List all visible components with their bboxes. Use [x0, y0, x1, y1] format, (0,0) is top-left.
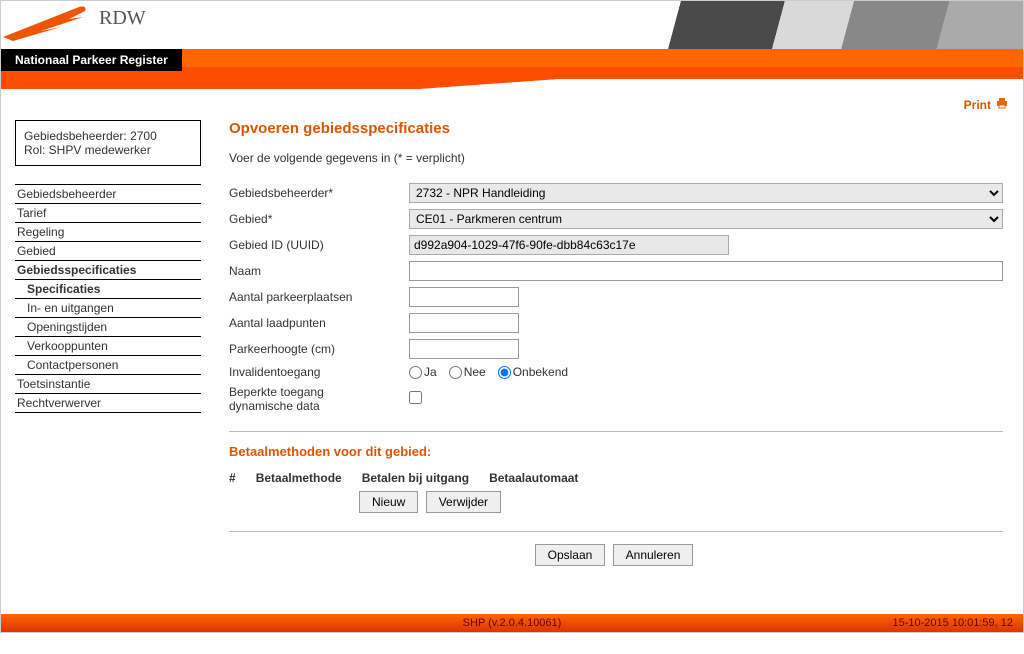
- radio-ja-wrap[interactable]: Ja: [409, 365, 437, 379]
- input-naam[interactable]: [409, 261, 1003, 281]
- radio-onbekend[interactable]: [498, 366, 511, 379]
- col-method: Betaalmethode: [256, 471, 362, 491]
- save-button[interactable]: Opslaan: [535, 544, 606, 566]
- select-gebied[interactable]: CE01 - Parkmeren centrum: [409, 209, 1003, 229]
- logo-feather-icon: [1, 1, 91, 49]
- label-laadpunten: Aantal laadpunten: [229, 316, 409, 330]
- nav-openingstijden[interactable]: Openingstijden: [15, 318, 201, 337]
- nav-gebiedsbeheerder[interactable]: Gebiedsbeheerder: [15, 185, 201, 204]
- radio-nee[interactable]: [449, 366, 462, 379]
- col-auto: Betaalautomaat: [489, 471, 598, 491]
- input-parkeerhoogte[interactable]: [409, 339, 519, 359]
- footer: SHP (v.2.0.4.10061) 15-10-2015 10:01:59,…: [1, 614, 1023, 632]
- user-info-line1: Gebiedsbeheerder: 2700: [24, 129, 192, 143]
- print-icon: [995, 97, 1009, 112]
- input-parkeerplaatsen[interactable]: [409, 287, 519, 307]
- label-parkeerhoogte: Parkeerhoogte (cm): [229, 342, 409, 356]
- radio-onbekend-wrap[interactable]: Onbekend: [498, 365, 568, 379]
- sidebar: Gebiedsbeheerder: 2700 Rol: SHPV medewer…: [15, 120, 201, 604]
- col-exit: Betalen bij uitgang: [362, 471, 489, 491]
- divider: [229, 431, 1003, 432]
- nav-in-en-uitgangen[interactable]: In- en uitgangen: [15, 299, 201, 318]
- user-info-line2: Rol: SHPV medewerker: [24, 143, 192, 157]
- label-parkeerplaatsen: Aantal parkeerplaatsen: [229, 290, 409, 304]
- label-gebiedsbeheerder: Gebiedsbeheerder*: [229, 186, 409, 200]
- app-header: RDW Nationaal Parkeer Register: [1, 1, 1023, 91]
- page-title: Opvoeren gebiedsspecificaties: [229, 120, 1003, 137]
- main-area: Opvoeren gebiedsspecificaties Voer de vo…: [229, 120, 1009, 604]
- input-uuid: [409, 235, 729, 255]
- print-link[interactable]: Print: [964, 97, 1009, 112]
- checkbox-beperkte-toegang[interactable]: [409, 391, 422, 404]
- label-invalidentoegang: Invalidentoegang: [229, 365, 409, 379]
- payment-section-title: Betaalmethoden voor dit gebied:: [229, 444, 1003, 459]
- footer-version: SHP (v.2.0.4.10061): [463, 617, 562, 629]
- divider-2: [229, 531, 1003, 532]
- radio-nee-wrap[interactable]: Nee: [449, 365, 486, 379]
- label-gebied: Gebied*: [229, 212, 409, 226]
- nav-tarief[interactable]: Tarief: [15, 204, 201, 223]
- nav-toetsinstantie[interactable]: Toetsinstantie: [15, 375, 201, 394]
- footer-timestamp: 15-10-2015 10:01:59, 12: [893, 617, 1014, 629]
- label-naam: Naam: [229, 264, 409, 278]
- nav-gebied[interactable]: Gebied: [15, 242, 201, 261]
- select-gebiedsbeheerder[interactable]: 2732 - NPR Handleiding: [409, 183, 1003, 203]
- header-image: [603, 1, 1023, 49]
- radio-ja[interactable]: [409, 366, 422, 379]
- label-uuid: Gebied ID (UUID): [229, 238, 409, 252]
- nav-list: Gebiedsbeheerder Tarief Regeling Gebied …: [15, 184, 201, 413]
- system-title: Nationaal Parkeer Register: [1, 49, 182, 71]
- delete-button[interactable]: Verwijder: [426, 491, 501, 513]
- nav-rechtverwerver[interactable]: Rechtverwerver: [15, 394, 201, 413]
- radio-onbekend-label: Onbekend: [513, 365, 568, 379]
- cancel-button[interactable]: Annuleren: [613, 544, 694, 566]
- nav-gebiedsspecificaties[interactable]: Gebiedsspecificaties: [15, 261, 201, 280]
- payment-table: # Betaalmethode Betalen bij uitgang Beta…: [229, 471, 598, 491]
- user-info-box: Gebiedsbeheerder: 2700 Rol: SHPV medewer…: [15, 120, 201, 166]
- radio-ja-label: Ja: [424, 365, 437, 379]
- brand-text: RDW: [99, 7, 146, 30]
- print-label: Print: [964, 98, 991, 112]
- nav-regeling[interactable]: Regeling: [15, 223, 201, 242]
- nav-specificaties[interactable]: Specificaties: [15, 280, 201, 299]
- radio-nee-label: Nee: [464, 365, 486, 379]
- nav-verkooppunten[interactable]: Verkooppunten: [15, 337, 201, 356]
- nav-contactpersonen[interactable]: Contactpersonen: [15, 356, 201, 375]
- new-button[interactable]: Nieuw: [359, 491, 418, 513]
- label-beperkte-toegang: Beperkte toegang dynamische data: [229, 385, 409, 413]
- col-num: #: [229, 471, 256, 491]
- page-instruction: Voer de volgende gegevens in (* = verpli…: [229, 151, 1003, 165]
- input-laadpunten[interactable]: [409, 313, 519, 333]
